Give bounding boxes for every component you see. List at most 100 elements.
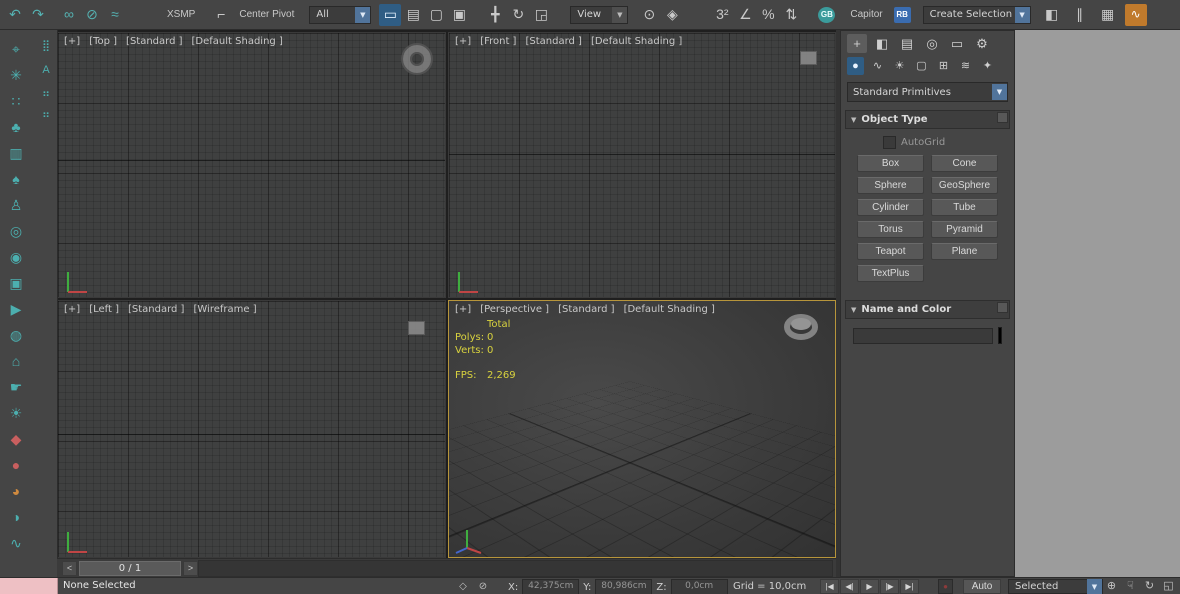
dots-grid-icon[interactable]: ⣿	[33, 38, 59, 54]
textplus-button[interactable]: TextPlus	[857, 265, 924, 282]
capitor-button[interactable]: Capitor	[845, 4, 887, 26]
viewport-menu-standard[interactable]: [Standard ]	[525, 36, 581, 47]
chevron-down-icon[interactable]: ▼	[1087, 579, 1102, 594]
viewport-menu-plus[interactable]: [+]	[64, 304, 80, 315]
box-button[interactable]: Box	[857, 155, 924, 172]
chevron-down-icon[interactable]: ▼	[992, 84, 1007, 100]
figure-icon[interactable]: ♙	[3, 194, 29, 216]
gb-badge-icon[interactable]: GB	[818, 7, 835, 23]
plane-button[interactable]: Plane	[931, 243, 998, 260]
isolate-selection-icon[interactable]: ◇	[455, 578, 471, 594]
spheres-icon[interactable]: ◍	[3, 324, 29, 346]
selection-filter-dropdown[interactable]: All ▼	[309, 6, 371, 24]
systems-icon[interactable]: ✦	[979, 57, 996, 75]
unlink-selection-icon[interactable]: ⊘	[81, 4, 103, 26]
motion-tab-icon[interactable]: ◎	[922, 34, 942, 53]
sphere-teal-icon[interactable]: ◑	[3, 506, 29, 528]
z-coordinate-field[interactable]: 0,0cm	[671, 579, 728, 594]
geometry-icon[interactable]: ●	[847, 57, 864, 75]
viewport-menu-shading[interactable]: [Wireframe ]	[193, 304, 256, 315]
viewport-menu-view[interactable]: [Top ]	[89, 36, 117, 47]
previous-frame-button[interactable]: ◀|	[840, 579, 859, 594]
select-and-manipulate-icon[interactable]: ◈	[661, 4, 683, 26]
selection-lock-icon[interactable]: ⊘	[475, 578, 491, 594]
primitive-category-dropdown[interactable]: Standard Primitives ▼	[847, 82, 1008, 102]
rectangular-selection-region-icon[interactable]: ▢	[425, 4, 447, 26]
cameras-icon[interactable]: ▢	[913, 57, 930, 75]
teapot-button[interactable]: Teapot	[857, 243, 924, 260]
redo-icon[interactable]: ↷	[27, 4, 49, 26]
disc-icon[interactable]: ◉	[3, 246, 29, 268]
xsmp-button[interactable]: XSMP	[162, 4, 200, 26]
cone-button[interactable]: Cone	[931, 155, 998, 172]
chevron-down-icon[interactable]: ▼	[1015, 7, 1030, 23]
lights-icon[interactable]: ☀	[891, 57, 908, 75]
boxes-icon[interactable]: ▣	[3, 272, 29, 294]
teapot-orange-icon[interactable]: ◕	[3, 480, 29, 502]
named-selection-set-dropdown[interactable]: Create Selection Set ▼	[923, 6, 1031, 24]
tube-button[interactable]: Tube	[931, 199, 998, 216]
viewport-menu-shading[interactable]: [Default Shading ]	[624, 304, 715, 315]
space-warps-icon[interactable]: ≋	[957, 57, 974, 75]
viewport-menu-view[interactable]: [Perspective ]	[480, 304, 549, 315]
zoom-icon[interactable]: ⊕	[1103, 578, 1120, 594]
curve-editor-icon[interactable]: ∿	[1125, 4, 1147, 26]
geosphere-button[interactable]: GeoSphere	[931, 177, 998, 194]
viewport-left[interactable]: [+] [Left ] [Standard ] [Wireframe ]	[57, 300, 446, 558]
viewport-menu-shading[interactable]: [Default Shading ]	[591, 36, 682, 47]
viewport-menu-standard[interactable]: [Standard ]	[126, 36, 182, 47]
image-icon[interactable]: ▥	[3, 142, 29, 164]
viewport-perspective[interactable]: [+] [Perspective ] [Standard ] [Default …	[448, 300, 836, 558]
track-bar[interactable]	[198, 560, 833, 577]
viewport-menu-standard[interactable]: [Standard ]	[558, 304, 614, 315]
window-crossing-icon[interactable]: ▣	[448, 4, 470, 26]
utilities-tab-icon[interactable]: ⚙	[972, 34, 992, 53]
x-coordinate-field[interactable]: 42,375cm	[522, 579, 579, 594]
torus-button[interactable]: Torus	[857, 221, 924, 238]
hierarchy-tab-icon[interactable]: ▤	[897, 34, 917, 53]
set-key-button[interactable]: ●	[938, 579, 953, 594]
trees-icon[interactable]: ♣	[3, 116, 29, 138]
snaps-toggle-3d-icon[interactable]: 3²	[711, 4, 733, 26]
display-tab-icon[interactable]: ▭	[947, 34, 967, 53]
select-by-name-icon[interactable]: ▤	[402, 4, 424, 26]
viewcube-compass[interactable]	[403, 45, 431, 73]
pattern-icon[interactable]: ✳	[3, 64, 29, 86]
letter-a-icon[interactable]: A	[33, 62, 59, 78]
viewport-menu-view[interactable]: [Left ]	[89, 304, 119, 315]
pyramid-button[interactable]: Pyramid	[931, 221, 998, 238]
maxscript-mini-listener[interactable]	[0, 578, 58, 594]
camera-icon[interactable]: ⌂	[3, 350, 29, 372]
center-pivot-button[interactable]: Center Pivot	[234, 4, 299, 26]
maximize-viewport-icon[interactable]: ◱	[1160, 578, 1177, 594]
scene-explorer-icon[interactable]: ▦	[1097, 4, 1119, 26]
chevron-down-icon[interactable]: ▼	[612, 7, 627, 23]
align-icon[interactable]: ∥	[1069, 4, 1091, 26]
bulb-icon[interactable]: ☀	[3, 402, 29, 424]
key-filters-dropdown[interactable]: Selected ▼	[1008, 579, 1103, 594]
time-slider[interactable]: 0 / 1	[79, 561, 181, 576]
cluster-icon[interactable]: ⠶	[33, 86, 59, 102]
chevron-down-icon[interactable]: ▼	[355, 7, 370, 23]
previous-frame-arrow[interactable]: <	[62, 561, 77, 576]
percent-snap-icon[interactable]: %	[757, 4, 779, 26]
viewcube[interactable]	[408, 321, 425, 335]
hand-icon[interactable]: ☛	[3, 376, 29, 398]
object-color-swatch[interactable]	[998, 327, 1002, 344]
torus-icon[interactable]: ◎	[3, 220, 29, 242]
dots-icon[interactable]: ⠛	[33, 110, 59, 126]
use-pivot-point-center-icon[interactable]: ⊙	[638, 4, 660, 26]
rollout-pin-icon[interactable]	[997, 112, 1008, 123]
name-and-color-rollout-header[interactable]: ▼ Name and Color	[845, 300, 1010, 319]
create-tab-icon[interactable]: +	[847, 34, 867, 53]
viewcube[interactable]	[800, 51, 817, 65]
viewcube-gizmo[interactable]	[781, 311, 821, 343]
sphere-button[interactable]: Sphere	[857, 177, 924, 194]
spinner-snap-icon[interactable]: ⇅	[780, 4, 802, 26]
viewport-menu-shading[interactable]: [Default Shading ]	[192, 36, 283, 47]
undo-icon[interactable]: ↶	[4, 4, 26, 26]
viewport-menu-standard[interactable]: [Standard ]	[128, 304, 184, 315]
viewport-menu-plus[interactable]: [+]	[455, 36, 471, 47]
object-type-rollout-header[interactable]: ▼ Object Type	[845, 110, 1010, 129]
viewport-menu-view[interactable]: [Front ]	[480, 36, 516, 47]
